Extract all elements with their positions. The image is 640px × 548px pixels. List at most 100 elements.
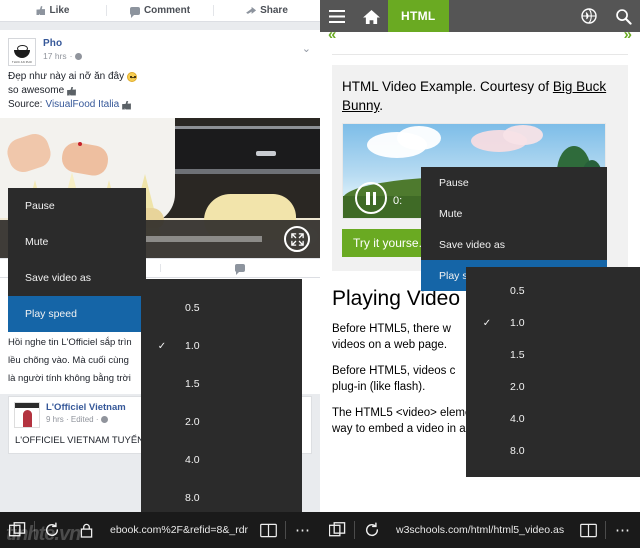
- speed-label: 8.0: [510, 445, 525, 457]
- oven-badge: [256, 151, 276, 156]
- address-bar[interactable]: ebook.com%2F&refid=8&_rdr: [103, 524, 251, 536]
- globe-icon: [75, 52, 83, 60]
- refresh-icon[interactable]: [355, 522, 389, 538]
- avatar-caption: THUC AN PHO: [12, 61, 32, 64]
- fullscreen-icon[interactable]: [284, 226, 310, 252]
- menu-item-pause[interactable]: Pause: [8, 188, 146, 224]
- speed-option-1-0[interactable]: ✓ 1.0: [466, 307, 640, 339]
- share-icon: [246, 6, 257, 14]
- speed-label: 4.0: [510, 413, 525, 425]
- example-title-text: HTML Video Example. Courtesy of: [342, 79, 550, 94]
- like-label: Like: [49, 5, 70, 16]
- speed-option-4-0[interactable]: 4.0: [141, 441, 302, 479]
- speed-label: 0.5: [510, 285, 525, 297]
- video-context-menu[interactable]: Pause Mute Save video as Play speed: [8, 188, 146, 332]
- menu-item-pause[interactable]: Pause: [421, 167, 607, 198]
- tabs-icon[interactable]: [320, 521, 354, 539]
- menu-item-save-video-as[interactable]: Save video as: [8, 260, 146, 296]
- w3schools-topnav: HTML: [320, 0, 640, 32]
- thumbs-up-icon: [36, 6, 46, 15]
- video-time: 0:: [393, 195, 403, 207]
- globe-icon: [100, 416, 108, 423]
- source-label: Source:: [8, 99, 43, 110]
- source-link[interactable]: VisualFood Italia: [45, 98, 119, 112]
- avatar[interactable]: [14, 402, 40, 428]
- comment-button-bottom[interactable]: [159, 264, 321, 275]
- menu-item-save-video-as[interactable]: Save video as: [421, 229, 607, 260]
- thumbs-up-emoji-icon: [67, 86, 77, 96]
- speed-label: 1.0: [185, 340, 200, 352]
- speed-option-1-0[interactable]: ✓ 1.0: [141, 327, 302, 365]
- post-source-line: Source: VisualFood Italia: [8, 98, 312, 112]
- tab-html[interactable]: HTML: [388, 0, 449, 32]
- avatar[interactable]: THUC AN PHO: [8, 38, 36, 66]
- post-action-bar-top: Like Comment Share: [0, 0, 320, 22]
- lock-icon: [69, 523, 103, 538]
- speed-label: 0.5: [185, 302, 200, 314]
- post-text-vi: Đẹp như này ai nỡ ăn đây: [8, 71, 125, 82]
- share-button-top[interactable]: Share: [213, 5, 320, 16]
- right-browser-panel: HTML « » HTML Video Example. Courtesy of…: [320, 0, 640, 548]
- speed-label: 8.0: [185, 492, 200, 504]
- card-subline: 9 hrs · Edited ·: [46, 415, 126, 424]
- left-browser-bottom-bar: ebook.com%2F&refid=8&_rdr ⋯: [0, 512, 320, 548]
- chevron-double-right-icon[interactable]: »: [624, 26, 632, 43]
- speed-option-1-5[interactable]: 1.5: [466, 339, 640, 371]
- speed-option-2-0[interactable]: 2.0: [466, 371, 640, 403]
- card-time: 9 hrs: [46, 415, 64, 424]
- home-icon[interactable]: [354, 0, 388, 32]
- post-text-en: so awesome: [8, 85, 65, 96]
- address-bar[interactable]: w3schools.com/html/html5_video.as: [389, 524, 571, 536]
- speed-label: 1.5: [510, 349, 525, 361]
- example-title: HTML Video Example. Courtesy of Big Buck…: [342, 77, 618, 115]
- comment-button-top[interactable]: Comment: [106, 5, 213, 18]
- right-browser-bottom-bar: w3schools.com/html/html5_video.as ⋯: [320, 512, 640, 548]
- speed-option-4-0[interactable]: 4.0: [466, 403, 640, 435]
- hamburger-menu-icon[interactable]: [320, 0, 354, 32]
- separator-dot: ·: [69, 51, 73, 61]
- post-time: 17 hrs: [43, 51, 67, 61]
- like-button-top[interactable]: Like: [0, 5, 106, 16]
- speed-label: 2.0: [185, 416, 200, 428]
- play-speed-submenu[interactable]: 0.5 ✓ 1.0 1.5 2.0 4.0 8.0: [141, 279, 302, 529]
- card-author[interactable]: L'Officiel Vietnam: [46, 402, 126, 413]
- reading-view-icon[interactable]: [251, 523, 285, 538]
- dual-browser-screenshot: Like Comment Share THUC AN PHO Pho 17 hr…: [0, 0, 640, 548]
- cloud: [503, 125, 543, 145]
- post-header: THUC AN PHO Pho 17 hrs · ⌄: [0, 30, 320, 68]
- pause-icon[interactable]: [355, 182, 387, 214]
- speed-option-0-5[interactable]: 0.5: [141, 289, 302, 327]
- more-dots-icon[interactable]: ⋯: [286, 521, 320, 539]
- speed-option-2-0[interactable]: 2.0: [141, 403, 302, 441]
- cloud: [397, 126, 441, 150]
- globe-icon[interactable]: [572, 0, 606, 32]
- play-speed-submenu[interactable]: 0.5 ✓ 1.0 1.5 2.0 4.0 8.0: [466, 267, 640, 477]
- menu-item-mute[interactable]: Mute: [421, 198, 607, 229]
- title-period: .: [379, 98, 384, 113]
- post-text: Đẹp như này ai nỡ ăn đây so awesome Sour…: [0, 68, 320, 118]
- reading-view-icon[interactable]: [571, 523, 605, 538]
- speed-option-0-5[interactable]: 0.5: [466, 275, 640, 307]
- more-dots-icon[interactable]: ⋯: [606, 521, 640, 539]
- chevron-down-icon[interactable]: ⌄: [302, 42, 311, 55]
- post-subline: 17 hrs ·: [43, 51, 83, 61]
- left-browser-panel: Like Comment Share THUC AN PHO Pho 17 hr…: [0, 0, 320, 548]
- menu-item-play-speed[interactable]: Play speed: [8, 296, 146, 332]
- speed-option-1-5[interactable]: 1.5: [141, 365, 302, 403]
- post-meta: Pho 17 hrs ·: [43, 38, 83, 66]
- pho-bowl-icon: [14, 44, 30, 58]
- speed-option-8-0[interactable]: 8.0: [466, 435, 640, 467]
- sad-face-emoji-icon: [127, 72, 138, 82]
- thumbs-up-emoji-icon: [122, 100, 132, 110]
- post-author[interactable]: Pho: [43, 38, 82, 49]
- chevron-double-left-icon[interactable]: «: [328, 26, 336, 43]
- tabs-icon[interactable]: [0, 521, 34, 539]
- speed-label: 2.0: [510, 381, 525, 393]
- pause-bars: [366, 191, 376, 205]
- speed-label: 4.0: [185, 454, 200, 466]
- card-edited: Edited: [70, 415, 94, 424]
- reload-icon[interactable]: [35, 522, 69, 538]
- post-text-line-2: so awesome: [8, 84, 312, 98]
- menu-item-mute[interactable]: Mute: [8, 224, 146, 260]
- checkmark-icon: ✓: [157, 340, 167, 352]
